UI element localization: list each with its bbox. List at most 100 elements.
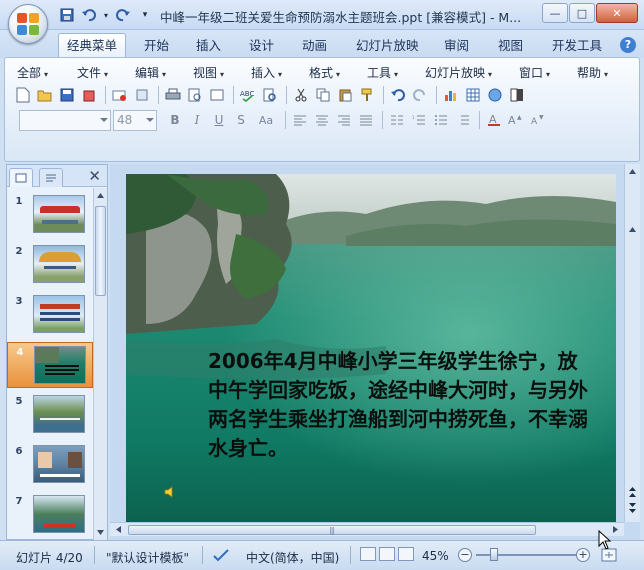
zoom-out-button[interactable]: − [458,548,472,562]
menu-slideshow[interactable]: 幻灯片放映 ▾ [425,64,492,81]
shadow-button[interactable]: S [231,110,251,130]
slide-thumbnail[interactable]: 7 [7,492,93,538]
align-center-icon[interactable] [312,110,332,130]
tab-developer[interactable]: 开发工具 [544,35,610,57]
previous-slide-icon[interactable] [628,486,637,498]
tab-review[interactable]: 审阅 [436,35,477,57]
spelling-check-icon[interactable] [212,548,230,562]
save-file-icon[interactable] [57,85,77,105]
hyperlink-icon[interactable] [485,85,505,105]
paste-icon[interactable] [335,85,355,105]
zoom-in-button[interactable]: + [576,548,590,562]
tab-slideshow[interactable]: 幻灯片放映 [348,35,427,57]
scroll-up-icon[interactable] [628,225,637,234]
menu-insert[interactable]: 插入 ▾ [251,64,282,81]
slides-tab[interactable] [9,168,33,187]
zoom-level[interactable]: 45% [422,549,449,563]
email-icon[interactable] [110,85,130,105]
undo-toolbar-icon[interactable] [388,85,408,105]
research-icon[interactable] [260,85,280,105]
language-indicator[interactable]: 中文(简体，中国) [246,549,339,566]
scroll-left-icon[interactable] [114,525,123,534]
slideshow-view-icon[interactable] [398,547,414,561]
scroll-down-icon[interactable] [96,528,105,537]
spelling-icon[interactable]: ABC [238,85,258,105]
columns-icon[interactable] [387,110,407,130]
slide-horizontal-scrollbar[interactable]: ||| [110,522,624,536]
permission-icon[interactable] [79,85,99,105]
numbering-icon[interactable]: 1 [409,110,429,130]
slide-thumbnail-active[interactable]: 4 [7,342,93,388]
slide-sorter-view-icon[interactable] [379,547,395,561]
print-icon[interactable] [163,85,183,105]
shrink-font-icon[interactable]: A ▼ [528,110,548,130]
justify-icon[interactable] [356,110,376,130]
open-folder-icon[interactable] [35,85,55,105]
indent-icon[interactable] [453,110,473,130]
maximize-button[interactable]: □ [569,3,595,23]
next-slide-icon[interactable] [628,502,637,514]
zoom-slider-thumb[interactable] [490,548,498,561]
slide-canvas[interactable]: 2006年4月中峰小学三年级学生徐宁，放中午学回家吃饭，途经中峰大河时，与另外两… [126,174,616,530]
scroll-thumb[interactable] [95,206,106,296]
scroll-thumb[interactable]: ||| [128,525,536,535]
tab-animation[interactable]: 动画 [294,35,335,57]
cut-icon[interactable] [291,85,311,105]
change-case-button[interactable]: Aa [253,110,279,130]
menu-edit[interactable]: 编辑 ▾ [135,64,166,81]
redo-toolbar-icon[interactable] [410,85,430,105]
panel-scrollbar[interactable] [93,188,107,540]
italic-button[interactable]: I [187,110,207,130]
page-setup-icon[interactable] [207,85,227,105]
save-icon[interactable] [58,6,76,24]
close-button[interactable]: ✕ [596,3,638,23]
menu-view[interactable]: 视图 ▾ [193,64,224,81]
attach-icon[interactable] [132,85,152,105]
print-preview-icon[interactable] [185,85,205,105]
office-button[interactable] [8,4,48,44]
font-family-dropdown[interactable] [19,110,111,131]
tab-home[interactable]: 开始 [136,35,177,57]
undo-icon[interactable] [80,6,98,24]
insert-chart-icon[interactable] [441,85,461,105]
slide-thumbnail[interactable]: 2 [7,242,93,288]
slide-thumbnail[interactable]: 3 [7,292,93,338]
menu-window[interactable]: 窗口 ▾ [519,64,550,81]
slide-thumbnail[interactable]: 1 [7,192,93,238]
tab-design[interactable]: 设计 [241,35,282,57]
menu-format[interactable]: 格式 ▾ [309,64,340,81]
undo-dropdown-icon[interactable]: ▾ [102,6,110,24]
new-file-icon[interactable] [13,85,33,105]
align-left-icon[interactable] [290,110,310,130]
theme-name[interactable]: "默认设计模板" [106,549,189,566]
scroll-up-icon[interactable] [628,167,637,176]
slide-thumbnail[interactable]: 6 [7,442,93,488]
speaker-icon[interactable] [164,486,178,498]
bold-button[interactable]: B [165,110,185,130]
menu-tools[interactable]: 工具 ▾ [367,64,398,81]
slide-body-text[interactable]: 2006年4月中峰小学三年级学生徐宁，放中午学回家吃饭，途经中峰大河时，与另外两… [208,347,588,463]
tab-classic-menu[interactable]: 经典菜单 [58,33,127,58]
underline-button[interactable]: U [209,110,229,130]
tab-view[interactable]: 视图 [490,35,531,57]
slide-thumbnail[interactable]: 5 [7,392,93,438]
scroll-up-icon[interactable] [96,191,105,200]
normal-view-icon[interactable] [360,547,376,561]
font-color-icon[interactable]: A [484,110,504,130]
insert-table-icon[interactable] [463,85,483,105]
redo-icon[interactable] [114,6,132,24]
align-right-icon[interactable] [334,110,354,130]
scroll-right-icon[interactable] [611,525,620,534]
menu-all[interactable]: 全部 ▾ [17,64,48,81]
slide-vertical-scrollbar[interactable] [624,164,640,522]
font-size-dropdown[interactable]: 48 [113,110,157,131]
customize-toolbar-icon[interactable]: ▾ [136,6,154,24]
minimize-button[interactable]: — [542,3,568,23]
tab-insert[interactable]: 插入 [188,35,229,57]
format-painter-icon[interactable] [357,85,377,105]
outline-tab[interactable] [39,168,63,187]
close-panel-icon[interactable]: ✕ [88,167,101,185]
copy-icon[interactable] [313,85,333,105]
grow-font-icon[interactable]: A ▲ [506,110,526,130]
color-grayscale-icon[interactable] [507,85,527,105]
